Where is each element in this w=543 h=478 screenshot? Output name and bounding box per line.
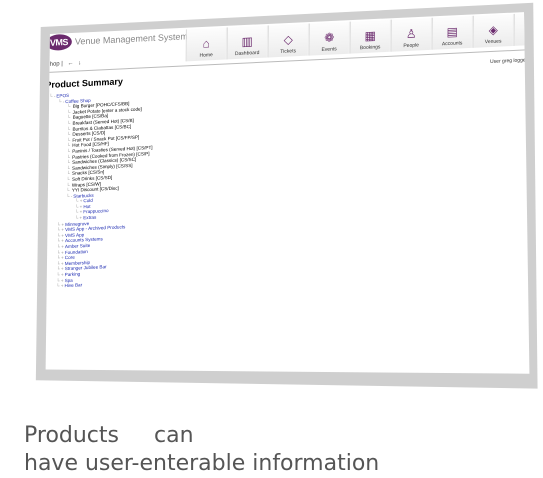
tree-item-label[interactable]: Hive Bar <box>65 282 83 288</box>
tree-item-label[interactable]: Foundation <box>65 249 88 255</box>
nav-label: Dashboard <box>235 50 260 57</box>
tree-branch: └ <box>56 267 61 272</box>
nav-label: Accounts <box>442 40 463 47</box>
nav-home[interactable]: ⌂ Home <box>186 27 227 61</box>
nav-label: Tickets <box>280 48 296 55</box>
tree-branch: └ <box>67 154 72 159</box>
calendar-icon: ▦ <box>365 28 376 43</box>
tree-branch: └ <box>57 244 62 249</box>
caption-line-2: have user-enterable information <box>24 450 534 478</box>
tree-branch: └ <box>67 149 72 154</box>
person-icon: ♙ <box>406 27 417 42</box>
dashboard-icon: ▥ <box>242 34 253 49</box>
logo-text: Venue Management Systems <box>75 31 193 47</box>
nav-label: Venues <box>485 39 502 46</box>
tree-branch: └ <box>67 160 72 165</box>
expand-icon[interactable]: + <box>61 283 64 288</box>
product-tree: └ -EPOS└ -Coffee Shop└ Big Burger [POHC/… <box>47 89 153 290</box>
down-arrow-icon[interactable]: ↓ <box>78 60 81 66</box>
shop-breadcrumb: Shop | ← ↓ <box>46 60 85 68</box>
monitor-frame: VMS Venue Management Systems ⌂Home▥Dashb… <box>0 0 543 466</box>
events-icon: ❁ <box>324 30 334 44</box>
expand-icon[interactable]: + <box>61 255 64 260</box>
expand-icon[interactable]: + <box>80 215 83 220</box>
page-title: Product Summary <box>45 76 123 90</box>
tree-branch: └ <box>67 143 72 148</box>
tree-branch: └ <box>67 132 72 137</box>
tree-branch: └ <box>66 194 71 199</box>
tree-branch: └ <box>57 239 62 244</box>
back-arrow-icon[interactable]: ← <box>68 61 74 67</box>
home-icon: ⌂ <box>203 36 210 50</box>
screen: VMS Venue Management Systems ⌂Home▥Dashb… <box>0 0 543 466</box>
tree-branch: └ <box>66 182 71 187</box>
nav-people[interactable]: ♙People <box>391 18 432 52</box>
expand-icon[interactable]: + <box>61 227 64 232</box>
tree-item-label[interactable]: Cold <box>83 198 93 203</box>
app-window: VMS Venue Management Systems ⌂Home▥Dashb… <box>42 7 531 390</box>
tree-branch: └ <box>75 210 80 215</box>
collapse-icon[interactable]: - <box>54 94 56 99</box>
tree-branch: └ <box>67 115 72 120</box>
tree-branch: └ <box>57 256 62 261</box>
nav-venues[interactable]: ◈ Venues <box>473 14 514 48</box>
tree-branch: └ <box>66 188 71 193</box>
tree-branch: └ <box>75 215 80 220</box>
user-status: User greg logged <box>490 57 528 65</box>
expand-icon[interactable]: + <box>61 239 64 244</box>
tree-branch: └ <box>58 99 63 104</box>
tree-branch: └ <box>66 177 71 182</box>
venue-icon: ◈ <box>489 23 498 37</box>
tree-branch: └ <box>67 104 72 109</box>
nav-label: People <box>403 42 419 49</box>
collapse-icon[interactable]: - <box>63 99 65 104</box>
tree-branch: └ <box>56 272 61 277</box>
expand-icon[interactable]: + <box>80 199 83 204</box>
collapse-icon[interactable]: - <box>71 193 73 198</box>
nav-tickets[interactable]: ◇ Tickets <box>268 24 309 58</box>
expand-icon[interactable]: + <box>61 244 64 249</box>
ticket-icon: ◇ <box>284 32 293 46</box>
caption-line-1: Products can <box>24 422 534 450</box>
tree-branch: └ <box>56 283 61 288</box>
expand-icon[interactable]: + <box>61 278 64 283</box>
nav-accounts[interactable]: ▤Accounts <box>432 16 473 50</box>
tree-item-label[interactable]: Extras <box>83 215 96 221</box>
document-icon: ▤ <box>447 25 458 40</box>
nav-dashboard[interactable]: ▥Dashboard <box>227 26 268 60</box>
nav-label: Events <box>321 46 336 53</box>
nav-events[interactable]: ❁ Events <box>309 22 350 56</box>
tree-branch: └ <box>67 121 72 126</box>
tree-branch: └ <box>75 199 80 204</box>
tree-branch: └ <box>49 94 54 99</box>
tree-branch: └ <box>57 228 62 233</box>
tree-branch: └ <box>66 171 71 176</box>
tree-item-label[interactable]: Parking <box>65 271 81 277</box>
expand-icon[interactable]: + <box>80 210 83 215</box>
expand-icon[interactable]: + <box>61 267 64 272</box>
expand-icon[interactable]: + <box>61 272 64 277</box>
nav-label: Bookings <box>360 44 381 51</box>
nav-bookings[interactable]: ▦Bookings <box>350 20 391 54</box>
nav-label: Home <box>199 52 212 59</box>
